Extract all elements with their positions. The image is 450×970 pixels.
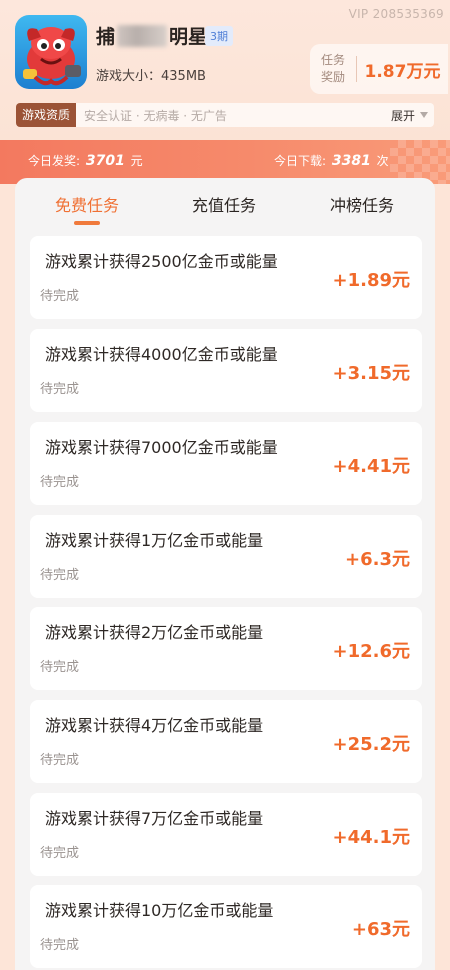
game-title-end: 明星 — [169, 26, 208, 48]
task-reward: +1.89元 — [332, 270, 411, 291]
task-status: 待完成 — [40, 289, 80, 304]
task-title: 游戏累计获得7万亿金币或能量 — [45, 809, 264, 828]
task-status: 待完成 — [40, 846, 80, 861]
tab-recharge-tasks[interactable]: 充值任务 — [192, 192, 256, 216]
game-size: 游戏大小：435MB — [96, 69, 206, 84]
task-title: 游戏累计获得10万亿金币或能量 — [45, 901, 274, 920]
game-title: 捕 明星 — [96, 22, 207, 49]
active-tab-indicator — [74, 221, 100, 225]
task-card[interactable]: 游戏累计获得7000亿金币或能量 待完成 +4.41元 — [30, 422, 422, 505]
task-reward: +6.3元 — [345, 549, 410, 570]
expand-button[interactable]: 展开 — [391, 107, 428, 124]
reward-label: 任务 奖励 — [310, 52, 356, 86]
expand-label: 展开 — [390, 108, 415, 123]
task-card[interactable]: 游戏累计获得1万亿金币或能量 待完成 +6.3元 — [30, 515, 422, 598]
daily-bonus-label: 今日发奖: — [28, 154, 81, 168]
task-panel: 免费任务 充值任务 冲榜任务 游戏累计获得2500亿金币或能量 待完成 +1.8… — [15, 178, 435, 970]
task-status: 待完成 — [40, 568, 80, 583]
qualification-text: 安全认证 · 无病毒 · 无广告 — [84, 108, 227, 123]
period-badge: 3期 — [205, 26, 233, 46]
daily-bonus-value: 3701 — [85, 153, 125, 169]
task-title: 游戏累计获得2500亿金币或能量 — [45, 252, 278, 271]
task-title: 游戏累计获得4000亿金币或能量 — [45, 345, 278, 364]
game-title-start: 捕 — [96, 26, 116, 48]
vip-id-label: VIP 208535369 — [348, 7, 444, 21]
task-card[interactable]: 游戏累计获得4万亿金币或能量 待完成 +25.2元 — [30, 700, 422, 783]
task-reward: +12.6元 — [332, 641, 411, 662]
task-reward: +4.41元 — [332, 456, 411, 477]
daily-download-stat: 今日下载: 3381 次 — [274, 152, 389, 169]
task-reward: +44.1元 — [332, 827, 411, 848]
task-status: 待完成 — [40, 938, 80, 953]
task-title: 游戏累计获得2万亿金币或能量 — [45, 623, 264, 642]
task-title: 游戏累计获得7000亿金币或能量 — [45, 438, 278, 457]
tab-free-tasks[interactable]: 免费任务 — [55, 192, 119, 216]
reward-label-line1: 任务 — [320, 53, 345, 67]
task-status: 待完成 — [40, 475, 80, 490]
task-status: 待完成 — [40, 753, 80, 768]
qualification-row: 游戏资质 安全认证 · 无病毒 · 无广告 展开 — [16, 103, 434, 127]
task-reward: +25.2元 — [332, 734, 411, 755]
game-icon[interactable] — [15, 15, 87, 89]
chevron-down-icon — [420, 112, 428, 118]
reward-total: 1.87万元 — [364, 61, 441, 82]
task-reward: +63元 — [351, 919, 410, 940]
daily-download-unit: 次 — [376, 154, 389, 168]
task-tabs: 免费任务 充值任务 冲榜任务 — [15, 178, 435, 230]
task-title: 游戏累计获得1万亿金币或能量 — [45, 531, 264, 550]
task-card[interactable]: 游戏累计获得2万亿金币或能量 待完成 +12.6元 — [30, 607, 422, 690]
task-card[interactable]: 游戏累计获得4000亿金币或能量 待完成 +3.15元 — [30, 329, 422, 412]
task-reward-summary: 任务 奖励 1.87万元 — [310, 44, 448, 94]
task-status: 待完成 — [40, 382, 80, 397]
daily-bonus-unit: 元 — [130, 154, 143, 168]
task-reward: +3.15元 — [332, 363, 411, 384]
task-card[interactable]: 游戏累计获得2500亿金币或能量 待完成 +1.89元 — [30, 236, 422, 319]
daily-bonus-stat: 今日发奖: 3701 元 — [28, 152, 143, 169]
redacted-text — [117, 24, 168, 47]
tab-ranking-tasks[interactable]: 冲榜任务 — [330, 192, 394, 216]
reward-label-line2: 奖励 — [320, 70, 345, 84]
task-card[interactable]: 游戏累计获得7万亿金币或能量 待完成 +44.1元 — [30, 793, 422, 876]
task-status: 待完成 — [40, 660, 80, 675]
daily-download-label: 今日下载: — [274, 154, 327, 168]
task-card[interactable]: 游戏累计获得10万亿金币或能量 待完成 +63元 — [30, 885, 422, 968]
qualification-tag: 游戏资质 — [16, 103, 77, 127]
task-title: 游戏累计获得4万亿金币或能量 — [45, 716, 264, 735]
game-header: VIP 208535369 捕 明星 3期 游戏大小：435MB 任务 奖励 1… — [0, 0, 450, 140]
daily-download-value: 3381 — [331, 153, 371, 169]
